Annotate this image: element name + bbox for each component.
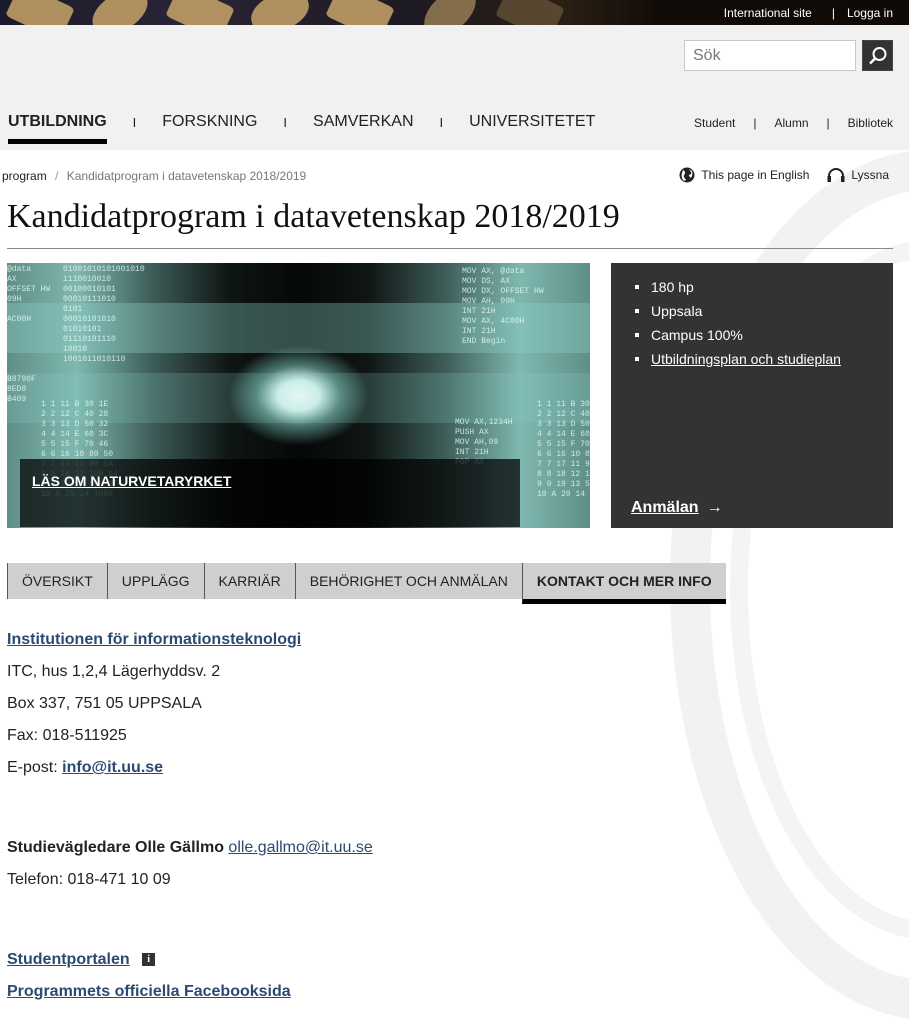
address-line-1: ITC, hus 1,2,4 Lägerhyddsv. 2	[7, 663, 221, 680]
listen-button[interactable]: Lyssna	[827, 168, 889, 182]
search-icon	[868, 46, 886, 64]
hero-code-text: 01001010101001010 1110010010 00100010101…	[63, 265, 145, 364]
nav-separator: I	[439, 114, 444, 130]
breadcrumb-current: Kandidatprogram i datavetenskap 2018/201…	[66, 169, 307, 183]
decorative-leaf	[415, 0, 485, 25]
address-line-2: Box 337, 751 05 UPPSALA	[7, 695, 202, 712]
subnav-separator: |	[753, 116, 757, 130]
student-portal-link[interactable]: Studentportalen	[7, 951, 130, 968]
tab-karriar[interactable]: KARRIÄR	[203, 563, 295, 599]
hero-image: 01001010101001010 1110010010 00100010101…	[7, 263, 590, 528]
info-icon[interactable]: i	[142, 953, 156, 967]
fact-credits: 180 hp	[635, 275, 893, 299]
decorative-leaf	[85, 0, 155, 25]
breadcrumb: program / Kandidatprogram i datavetenska…	[2, 169, 306, 183]
program-facts-box: 180 hp Uppsala Campus 100% Utbildningspl…	[611, 263, 893, 528]
fact-pace: Campus 100%	[635, 323, 893, 347]
tab-behorighet[interactable]: BEHÖRIGHET OCH ANMÄLAN	[294, 563, 522, 599]
decorative-leaf	[495, 0, 565, 25]
nav-separator: I	[283, 114, 288, 130]
globe-icon	[679, 167, 695, 183]
arrow-right-icon: →	[706, 499, 723, 516]
page-title: Kandidatprogram i datavetenskap 2018/201…	[7, 198, 620, 235]
syllabus-link[interactable]: Utbildningsplan och studieplan	[651, 351, 841, 367]
search-button[interactable]	[862, 40, 893, 71]
tab-oversikt[interactable]: ÖVERSIKT	[7, 563, 107, 599]
advisor-line: Studievägledare Olle Gällmo olle.gallmo@…	[7, 839, 373, 857]
email-line: E-post: info@it.uu.se	[7, 759, 163, 777]
fact-syllabus: Utbildningsplan och studieplan	[635, 347, 893, 371]
nav-item-forskning[interactable]: FORSKNING	[162, 113, 257, 137]
international-site-link[interactable]: International site	[724, 6, 812, 20]
hero-code-text: 1 1 11 B 30 1E 2 2 12 C 40 28 3 3 13 D 5…	[537, 400, 590, 499]
decorative-leaf	[5, 0, 75, 25]
subnav-separator: |	[826, 116, 830, 130]
subnav-alumn[interactable]: Alumn	[775, 116, 809, 130]
advisor-email-link[interactable]: olle.gallmo@it.uu.se	[228, 839, 372, 856]
login-link[interactable]: Logga in	[847, 6, 893, 20]
hero-code-text: MOV AX, @data MOV DS, AX MOV DX, OFFSET …	[462, 267, 544, 346]
breadcrumb-program[interactable]: program	[2, 169, 47, 183]
phone-line: Telefon: 018-471 10 09	[7, 871, 171, 888]
hero-caption: LÄS OM NATURVETARYRKET	[20, 459, 520, 527]
fact-location: Uppsala	[635, 299, 893, 323]
search-input[interactable]: Sök	[684, 40, 856, 71]
tab-upplagg[interactable]: UPPLÄGG	[106, 563, 204, 599]
apply-section: Anmälan →	[631, 499, 723, 517]
english-page-label: This page in English	[701, 168, 810, 182]
subnav-student[interactable]: Student	[694, 116, 735, 130]
email-label: E-post:	[7, 759, 58, 776]
facebook-link[interactable]: Programmets officiella Facebooksida	[7, 983, 291, 1000]
site-header: Sök UTBILDNING I FORSKNING I SAMVERKAN I…	[0, 25, 909, 150]
fax-line: Fax: 018-511925	[7, 727, 127, 744]
separator: |	[831, 5, 835, 20]
title-divider	[7, 248, 893, 249]
listen-label: Lyssna	[851, 168, 889, 182]
english-page-link[interactable]: This page in English	[679, 167, 809, 183]
facts-list: 180 hp Uppsala Campus 100% Utbildningspl…	[611, 263, 893, 371]
top-links: International site | Logga in	[724, 0, 893, 25]
breadcrumb-separator: /	[55, 169, 59, 183]
tab-kontakt[interactable]: KONTAKT OCH MER INFO	[521, 563, 726, 604]
nav-item-utbildning[interactable]: UTBILDNING	[8, 113, 107, 144]
main-nav: UTBILDNING I FORSKNING I SAMVERKAN I UNI…	[8, 113, 595, 144]
apply-link[interactable]: Anmälan	[631, 499, 699, 517]
headphones-icon	[827, 168, 845, 182]
email-link[interactable]: info@it.uu.se	[62, 759, 163, 776]
secondary-nav: Student | Alumn | Bibliotek	[694, 116, 893, 130]
advisor-label: Studievägledare Olle Gällmo	[7, 839, 224, 856]
nav-item-samverkan[interactable]: SAMVERKAN	[313, 113, 413, 137]
department-link[interactable]: Institutionen för informationsteknologi	[7, 631, 301, 648]
hero-code-text: @data AX OFFSET HW 09H AC00H B8790F 8ED8…	[7, 265, 51, 404]
decorative-leaf	[325, 0, 395, 25]
department-line: Institutionen för informationsteknologi	[7, 631, 301, 649]
facebook-line: Programmets officiella Facebooksida	[7, 983, 291, 1001]
program-tabs: ÖVERSIKT UPPLÄGG KARRIÄR BEHÖRIGHET OCH …	[7, 563, 726, 604]
nav-item-universitetet[interactable]: UNIVERSITETET	[469, 113, 595, 137]
top-bar: International site | Logga in	[0, 0, 909, 25]
page-tools: This page in English Lyssna	[679, 167, 889, 183]
decorative-leaf	[245, 0, 315, 25]
student-portal-line: Studentportalen i	[7, 951, 156, 969]
subnav-bibliotek[interactable]: Bibliotek	[848, 116, 893, 130]
read-about-scientist-link[interactable]: LÄS OM NATURVETARYRKET	[32, 473, 231, 489]
decorative-leaf	[165, 0, 235, 25]
nav-separator: I	[132, 114, 137, 130]
